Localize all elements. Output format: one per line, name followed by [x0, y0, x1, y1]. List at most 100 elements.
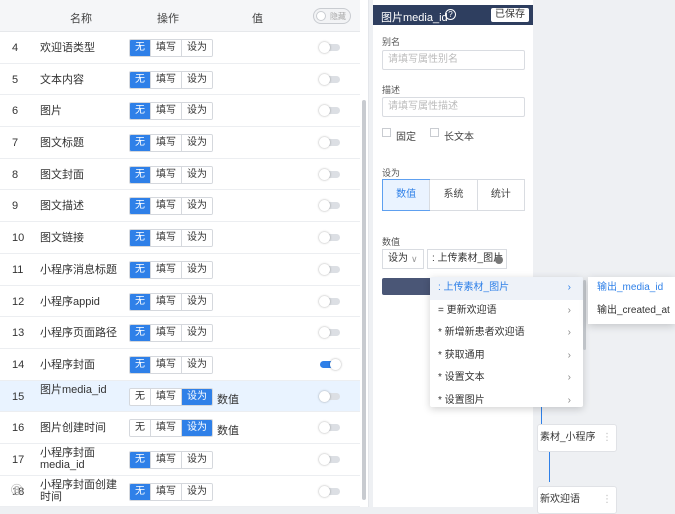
- longtext-checkbox[interactable]: [430, 128, 439, 137]
- alias-input[interactable]: 请填写属性别名: [382, 50, 525, 70]
- row-toggle[interactable]: [319, 390, 340, 402]
- table-scrollbar[interactable]: [362, 100, 366, 500]
- op-option[interactable]: 填写: [150, 166, 181, 183]
- panel-action-bar[interactable]: [382, 278, 432, 295]
- op-option[interactable]: 无: [130, 230, 150, 247]
- op-option[interactable]: 填写: [150, 198, 181, 215]
- row-toggle[interactable]: [319, 485, 340, 497]
- more-icon[interactable]: ⋮: [602, 425, 612, 451]
- table-row[interactable]: 6 图片 无填写 设为: [0, 95, 360, 128]
- op-option[interactable]: 无: [130, 198, 150, 215]
- op-option[interactable]: 设为: [181, 356, 212, 373]
- dropdown-item[interactable]: * 获取通用 ›: [430, 345, 583, 368]
- row-toggle[interactable]: [320, 358, 341, 370]
- value-type-select[interactable]: 设为 ∨: [382, 249, 424, 269]
- dropdown-scrollbar[interactable]: [583, 280, 586, 350]
- submenu-item[interactable]: 输出_media_id: [588, 277, 675, 300]
- row-toggle[interactable]: [319, 168, 340, 180]
- row-toggle[interactable]: [319, 263, 340, 275]
- role-system-option[interactable]: 系统: [429, 180, 476, 210]
- desc-input[interactable]: 请填写属性描述: [382, 97, 525, 117]
- op-option[interactable]: 填写: [150, 356, 181, 373]
- op-option[interactable]: 设为: [181, 40, 212, 56]
- row-toggle[interactable]: [319, 73, 340, 85]
- saved-button[interactable]: 已保存: [491, 8, 529, 22]
- row-toggle[interactable]: [319, 422, 340, 434]
- table-row[interactable]: 4 欢迎语类型 无填写 设为: [0, 32, 360, 64]
- table-row[interactable]: 16 图片创建时间 无填写 设为 数值: [0, 412, 360, 444]
- hide-toggle[interactable]: 隐藏: [313, 8, 351, 24]
- dropdown-item[interactable]: = 更新欢迎语 ›: [430, 300, 583, 323]
- dropdown-item[interactable]: * 设置文本 ›: [430, 367, 583, 390]
- op-option[interactable]: 设为: [181, 261, 212, 278]
- help-icon[interactable]: ?: [445, 9, 456, 20]
- op-option[interactable]: 设为: [181, 451, 212, 468]
- row-toggle[interactable]: [319, 200, 340, 212]
- op-option[interactable]: 设为: [181, 388, 212, 405]
- row-toggle[interactable]: [319, 137, 340, 149]
- op-option[interactable]: 设为: [181, 135, 212, 152]
- op-option[interactable]: 无: [130, 483, 150, 500]
- op-option[interactable]: 无: [130, 420, 150, 437]
- row-toggle[interactable]: [319, 42, 340, 53]
- row-toggle[interactable]: [319, 232, 340, 244]
- fixed-checkbox[interactable]: [382, 128, 391, 137]
- op-option[interactable]: 填写: [150, 135, 181, 152]
- submenu-item[interactable]: 输出_created_at: [588, 300, 675, 323]
- dropdown-item[interactable]: * 新增新患者欢迎语 ›: [430, 322, 583, 345]
- op-option[interactable]: 无: [130, 388, 150, 405]
- op-option[interactable]: 填写: [150, 325, 181, 342]
- table-row[interactable]: 10 图文链接 无填写 设为: [0, 222, 360, 254]
- op-option[interactable]: 填写: [150, 71, 181, 88]
- op-option[interactable]: 无: [130, 166, 150, 183]
- table-row[interactable]: 18 小程序封面创建时间无填写 设为: [0, 476, 360, 508]
- op-option[interactable]: 填写: [150, 420, 181, 437]
- table-row[interactable]: 5 文本内容 无填写 设为: [0, 64, 360, 96]
- op-option[interactable]: 设为: [181, 103, 212, 120]
- table-row[interactable]: 11 小程序消息标题无填写 设为: [0, 254, 360, 286]
- op-option[interactable]: 填写: [150, 451, 181, 468]
- op-option[interactable]: 设为: [181, 71, 212, 88]
- op-option[interactable]: 填写: [150, 483, 181, 500]
- op-option[interactable]: 填写: [150, 230, 181, 247]
- dropdown-item[interactable]: * 设置图片 ›: [430, 390, 583, 408]
- dropdown-item[interactable]: : 上传素材_图片 ›: [430, 277, 583, 300]
- op-option[interactable]: 无: [130, 356, 150, 373]
- op-option[interactable]: 设为: [181, 325, 212, 342]
- role-stat-option[interactable]: 统计: [476, 180, 524, 210]
- op-option[interactable]: 设为: [181, 483, 212, 500]
- table-row[interactable]: 12 小程序appid 无填写 设为: [0, 286, 360, 318]
- table-row[interactable]: 15 图片media_id 无填写 设为 数值: [0, 380, 360, 413]
- role-value-option[interactable]: 数值: [381, 179, 431, 211]
- row-toggle[interactable]: [319, 453, 340, 465]
- table-row[interactable]: 13 小程序页面路径无填写 设为: [0, 317, 360, 349]
- more-icon[interactable]: ⋮: [602, 487, 612, 513]
- op-option[interactable]: 设为: [181, 420, 212, 437]
- op-option[interactable]: 无: [130, 71, 150, 88]
- op-option[interactable]: 设为: [181, 166, 212, 183]
- clear-icon[interactable]: [495, 256, 503, 264]
- op-option[interactable]: 设为: [181, 293, 212, 310]
- op-option[interactable]: 无: [130, 135, 150, 152]
- table-row[interactable]: 7 图文标题 无填写 设为: [0, 127, 360, 159]
- table-row[interactable]: 17 小程序封面media_id 无填写 设为: [0, 444, 360, 476]
- op-option[interactable]: 填写: [150, 293, 181, 310]
- row-toggle[interactable]: [319, 327, 340, 339]
- table-row[interactable]: 9 图文描述 无填写 设为: [0, 190, 360, 223]
- flow-node[interactable]: 新欢迎语 ⋮: [537, 486, 617, 514]
- op-option[interactable]: 无: [130, 103, 150, 120]
- flow-node[interactable]: 素材_小程序 ⋮: [537, 424, 617, 452]
- op-option[interactable]: 无: [130, 325, 150, 342]
- op-option[interactable]: 无: [130, 451, 150, 468]
- op-option[interactable]: 设为: [181, 230, 212, 247]
- op-option[interactable]: 填写: [150, 103, 181, 120]
- op-option[interactable]: 无: [130, 293, 150, 310]
- row-toggle[interactable]: [319, 295, 340, 307]
- op-option[interactable]: 填写: [150, 388, 181, 405]
- op-option[interactable]: 填写: [150, 40, 181, 56]
- row-toggle[interactable]: [319, 105, 340, 117]
- table-row[interactable]: 14 小程序封面 无填写 设为: [0, 349, 360, 381]
- op-option[interactable]: 无: [130, 40, 150, 56]
- op-option[interactable]: 填写: [150, 261, 181, 278]
- table-row[interactable]: 8 图文封面 无填写 设为: [0, 159, 360, 191]
